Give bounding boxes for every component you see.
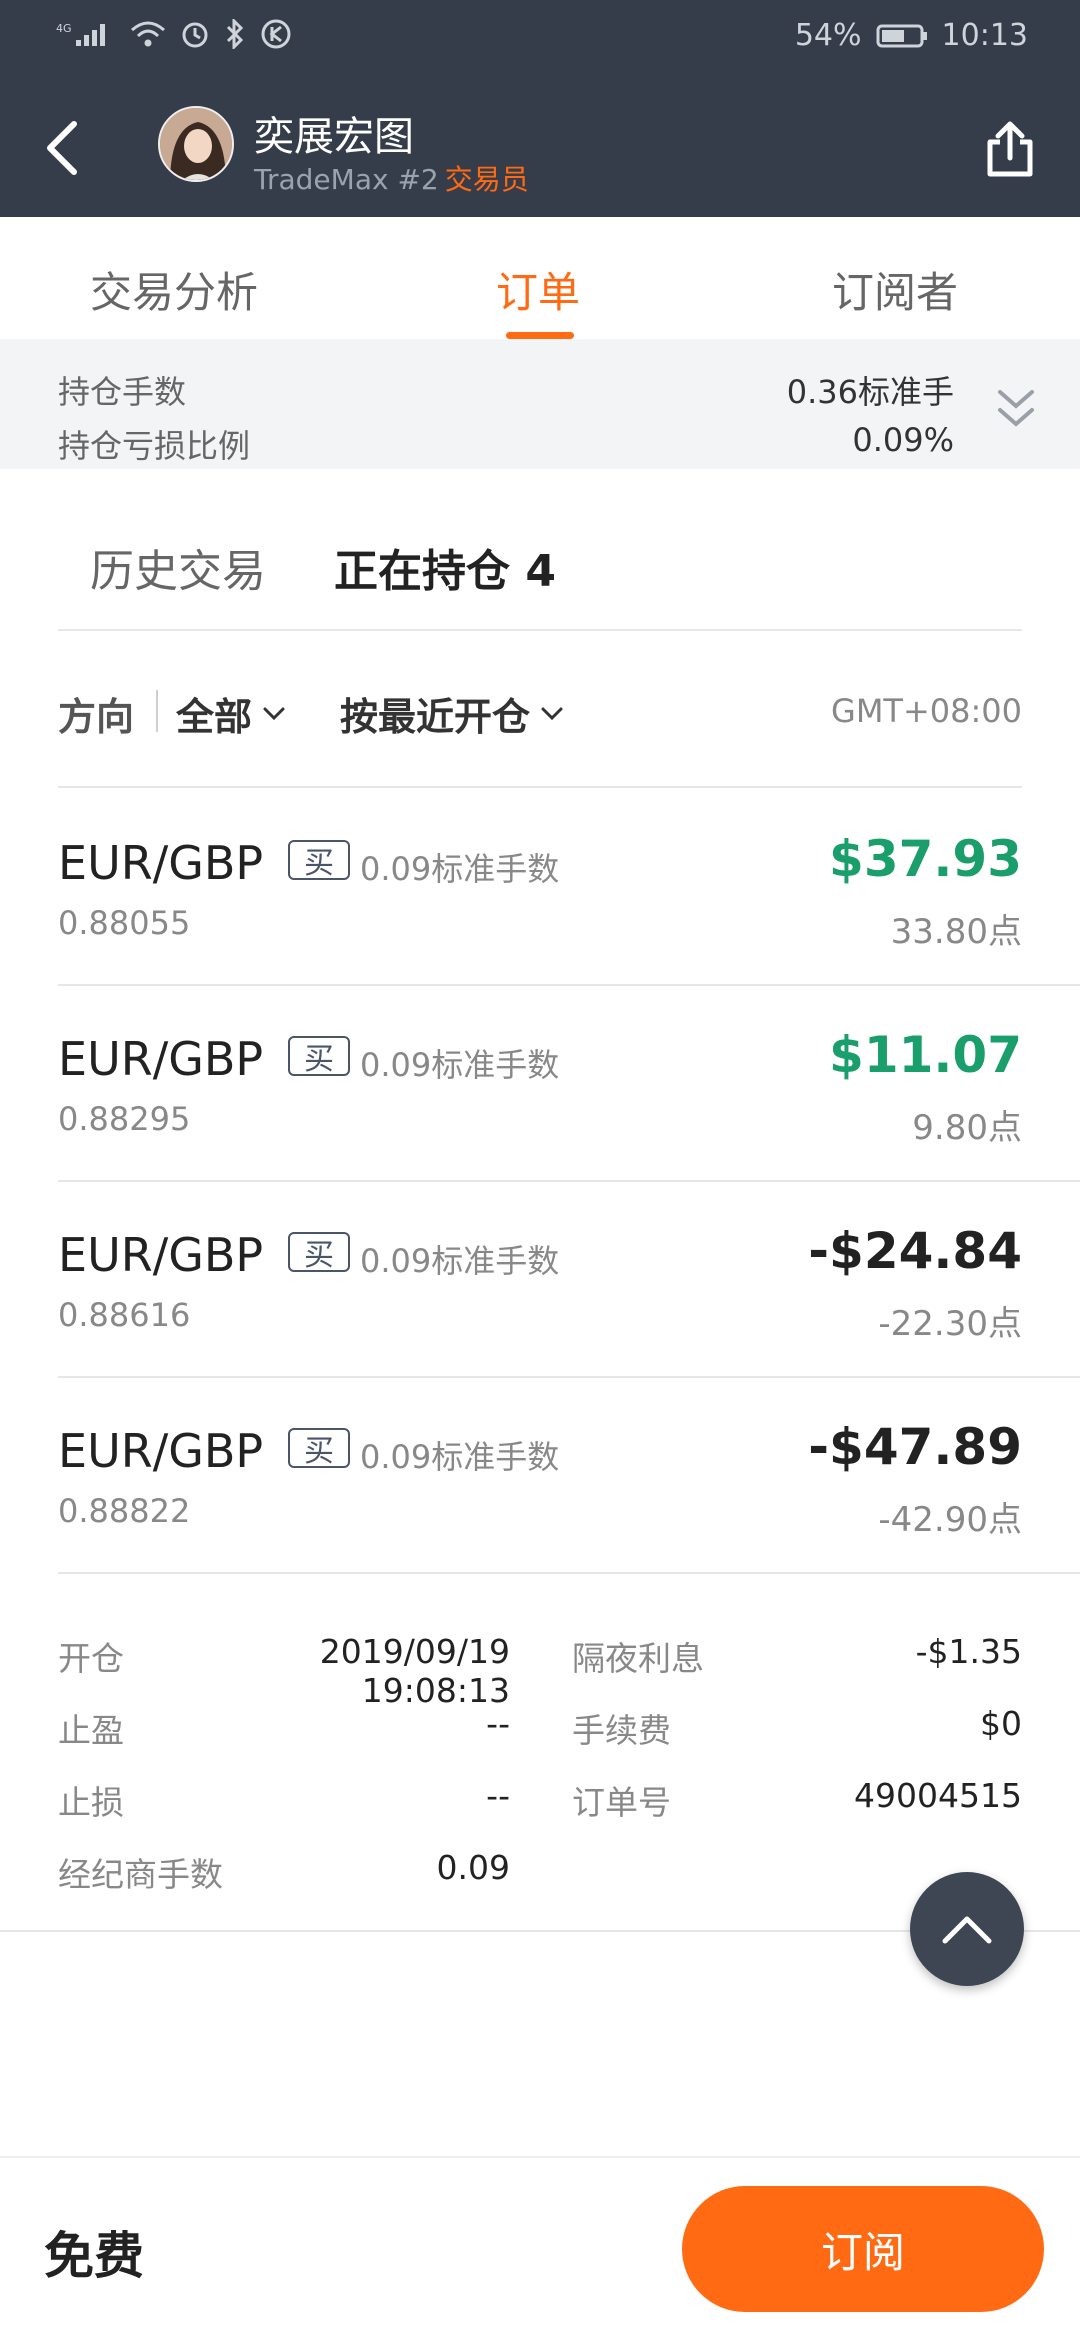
- broker-lots-value: 0.09: [436, 1848, 510, 1887]
- order-open-price: 0.88822: [58, 1492, 191, 1530]
- role-label: 交易员: [444, 163, 529, 196]
- chevron-left-icon: [47, 121, 77, 175]
- direction-label: 方向: [58, 695, 135, 739]
- swap-label: 隔夜利息: [572, 1639, 704, 1678]
- chevron-up-icon: [942, 1916, 992, 1944]
- open-time-value: 2019/09/19 19:08:13: [319, 1632, 510, 1710]
- order-row[interactable]: EUR/GBP 买 0.09标准手数 0.88295 $11.07 9.80点: [0, 984, 1080, 1180]
- clock: 10:13: [941, 18, 1028, 53]
- alarm-icon: [180, 19, 210, 49]
- buy-badge: 买: [288, 1036, 350, 1077]
- platform-label: TradeMax #2: [254, 163, 439, 196]
- svg-text:4G: 4G: [56, 22, 72, 35]
- active-tab-indicator: [506, 332, 574, 339]
- order-points: 33.80点: [890, 912, 1022, 952]
- order-lots: 0.09标准手数: [360, 850, 560, 888]
- order-profit: -$24.84: [808, 1222, 1022, 1280]
- order-row[interactable]: EUR/GBP 买 0.09标准手数 0.88616 -$24.84 -22.3…: [0, 1180, 1080, 1376]
- fee-label: 手续费: [572, 1711, 671, 1750]
- order-profit: $37.93: [829, 830, 1022, 888]
- order-points: 9.80点: [912, 1108, 1022, 1148]
- timezone-label: GMT+08:00: [831, 692, 1022, 730]
- order-row[interactable]: EUR/GBP 买 0.09标准手数 0.88055 $37.93 33.80点: [0, 788, 1080, 984]
- trader-subtitle: TradeMax #2 交易员: [254, 158, 529, 198]
- share-icon: [987, 121, 1033, 177]
- order-profit: $11.07: [829, 1026, 1022, 1084]
- share-button[interactable]: [982, 118, 1038, 180]
- tab-subscribers[interactable]: 订阅者: [832, 259, 958, 320]
- order-lots: 0.09标准手数: [360, 1046, 560, 1084]
- tab-orders[interactable]: 订单: [496, 259, 580, 320]
- bluetooth-icon: [224, 19, 246, 49]
- order-number-value: 49004515: [854, 1776, 1022, 1815]
- order-points: -42.90点: [878, 1500, 1022, 1540]
- app-header: 4G 54% 10:13 奕展宏图 TradeMax #2 交易员: [0, 0, 1080, 217]
- subscribe-button[interactable]: 订阅: [682, 2186, 1044, 2312]
- bottom-bar: 免费 订阅: [0, 2156, 1080, 2340]
- order-pair: EUR/GBP: [58, 836, 264, 890]
- main-tabs: 交易分析 订单 订阅者: [0, 217, 1080, 339]
- order-lots: 0.09标准手数: [360, 1242, 560, 1280]
- avatar[interactable]: [158, 106, 234, 182]
- take-profit-value: --: [486, 1704, 510, 1743]
- take-profit-label: 止盈: [58, 1711, 124, 1750]
- price-label: 免费: [44, 2227, 144, 2285]
- signal-icon: 4G: [56, 20, 116, 48]
- tab-trade-analysis[interactable]: 交易分析: [90, 259, 258, 320]
- direction-value: 全部: [176, 695, 253, 739]
- scroll-to-top-button[interactable]: [910, 1872, 1024, 1986]
- order-profit: -$47.89: [808, 1418, 1022, 1476]
- filter-bar: 方向 全部 按最近开仓 GMT+08:00: [0, 630, 1080, 788]
- order-open-price: 0.88616: [58, 1296, 191, 1334]
- stop-loss-value: --: [486, 1776, 510, 1815]
- chevron-down-icon: [541, 707, 563, 720]
- stop-loss-label: 止损: [58, 1783, 124, 1822]
- order-pair: EUR/GBP: [58, 1424, 264, 1478]
- sort-value: 按最近开仓: [340, 695, 531, 739]
- position-subtabs: 历史交易 正在持仓 4: [0, 469, 1080, 629]
- battery-percent: 54%: [794, 18, 862, 53]
- holding-lots-label: 持仓手数: [58, 373, 187, 411]
- order-points: -22.30点: [878, 1304, 1022, 1344]
- order-lots: 0.09标准手数: [360, 1438, 560, 1476]
- broker-lots-label: 经纪商手数: [58, 1855, 223, 1894]
- buy-badge: 买: [288, 840, 350, 881]
- sort-dropdown[interactable]: 按最近开仓: [340, 686, 564, 741]
- tab-open-positions[interactable]: 正在持仓 4: [334, 535, 556, 599]
- order-details: 开仓 2019/09/19 19:08:13 隔夜利息 -$1.35 止盈 --…: [0, 1574, 1080, 1930]
- order-row[interactable]: EUR/GBP 买 0.09标准手数 0.88822 -$47.89 -42.9…: [0, 1376, 1080, 1572]
- open-time-label: 开仓: [58, 1639, 124, 1678]
- loss-ratio-label: 持仓亏损比例: [58, 427, 251, 465]
- status-bar: 4G 54% 10:13: [0, 0, 1080, 70]
- trader-name: 奕展宏图: [254, 114, 414, 160]
- chevron-down-icon: [263, 707, 285, 720]
- loss-ratio-value: 0.09%: [852, 421, 954, 459]
- order-open-price: 0.88055: [58, 904, 191, 942]
- position-summary[interactable]: 持仓手数 0.36标准手 持仓亏损比例 0.09%: [0, 339, 1080, 469]
- direction-dropdown[interactable]: 全部: [176, 686, 286, 741]
- order-pair: EUR/GBP: [58, 1032, 264, 1086]
- buy-badge: 买: [288, 1428, 350, 1469]
- fee-value: $0: [980, 1704, 1022, 1743]
- k-app-icon: [260, 18, 292, 50]
- order-pair: EUR/GBP: [58, 1228, 264, 1282]
- order-number-label: 订单号: [572, 1783, 671, 1822]
- filter-separator: [156, 690, 158, 732]
- battery-icon: [876, 23, 928, 49]
- back-button[interactable]: [40, 118, 84, 178]
- holding-lots-value: 0.36标准手: [786, 373, 954, 411]
- buy-badge: 买: [288, 1232, 350, 1273]
- order-open-price: 0.88295: [58, 1100, 191, 1138]
- tab-history-trades[interactable]: 历史交易: [90, 535, 266, 599]
- swap-value: -$1.35: [915, 1632, 1022, 1671]
- expand-down-icon[interactable]: [996, 386, 1036, 434]
- wifi-icon: [130, 20, 166, 48]
